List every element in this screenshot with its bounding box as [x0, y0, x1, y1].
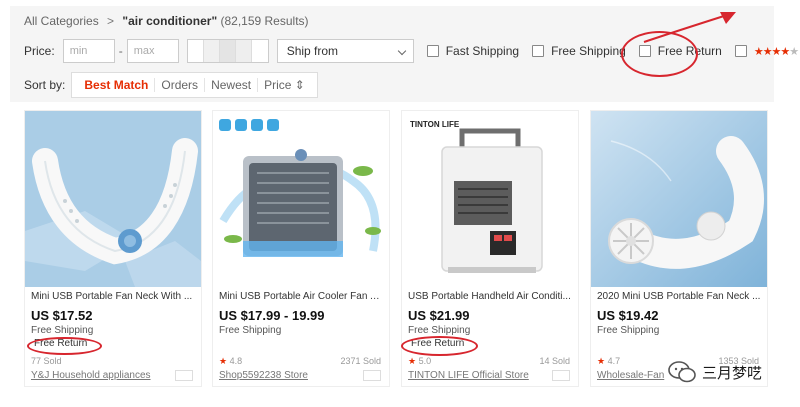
sort-options: Best Match Orders Newest Price ⇕	[71, 72, 318, 98]
fast-shipping-checkbox[interactable]	[426, 45, 439, 57]
free-shipping-filter[interactable]: Free Shipping	[532, 44, 626, 58]
watermark: 三月梦呓	[668, 357, 790, 387]
wechat-icon	[668, 361, 696, 383]
product-rating: 4.7	[607, 356, 621, 366]
annotation-circle-free-return-badge-3	[401, 336, 478, 356]
shipping-info: Free Shipping	[219, 325, 282, 336]
breadcrumb-root-link[interactable]: All Categories	[24, 14, 99, 28]
star-icon-dim: ★	[789, 45, 799, 58]
product-rating: 4.8	[229, 356, 243, 366]
sort-price[interactable]: Price ⇕	[258, 78, 311, 92]
product-title[interactable]: Mini USB Portable Air Cooler Fan A...	[219, 291, 383, 305]
product-price: US $17.99 - 19.99	[219, 308, 325, 323]
rating-stars: ★★★★★	[753, 45, 799, 58]
sort-newest[interactable]: Newest	[205, 78, 259, 92]
price-max-input[interactable]: max	[126, 39, 179, 63]
watermark-text: 三月梦呓	[702, 364, 763, 382]
sort-best-match[interactable]: Best Match	[78, 78, 156, 92]
histogram-bar	[187, 40, 204, 62]
price-label: Price:	[24, 44, 55, 58]
sort-label: Sort by:	[24, 78, 66, 92]
product-meta: ★ 5.0 14 Sold	[408, 356, 572, 368]
product-title[interactable]: USB Portable Handheld Air Conditi...	[408, 291, 572, 305]
histogram-bar	[235, 40, 252, 62]
result-count: (82,159 Results)	[220, 14, 309, 28]
sort-orders[interactable]: Orders	[155, 78, 206, 92]
product-title[interactable]: 2020 Mini USB Portable Fan Neck ...	[597, 291, 761, 305]
search-results-page: All Categories > "air conditioner" (82,1…	[0, 0, 800, 407]
breadcrumb-separator: >	[107, 14, 115, 28]
sold-count: 2371 Sold	[340, 356, 381, 366]
sort-bar: Sort by: Best Match Orders Newest Price …	[24, 72, 318, 98]
store-link[interactable]: Shop5592238 Store	[219, 370, 308, 381]
sold-count: 14 Sold	[539, 356, 570, 366]
free-shipping-label: Free Shipping	[551, 44, 626, 58]
rating-filter[interactable]: ★★★★★	[734, 45, 799, 58]
shipping-info: Free Shipping	[31, 325, 94, 336]
shipping-info: Free Shipping	[597, 325, 660, 336]
chevron-down-icon	[397, 46, 406, 56]
brand-logo-text: TINTON LIFE	[410, 120, 460, 129]
product-meta: 77 Sold	[31, 356, 195, 368]
product-image-neck-fan[interactable]	[25, 111, 201, 287]
product-card[interactable]: Mini USB Portable Air Cooler Fan A... US…	[212, 110, 390, 387]
product-price: US $17.52	[31, 308, 93, 323]
store-badge-icon	[363, 370, 381, 381]
product-price: US $21.99	[408, 308, 470, 323]
histogram-bar	[219, 40, 236, 62]
star-icon: ★	[408, 356, 417, 366]
product-image-handheld-ac[interactable]: TINTON LIFE	[402, 111, 578, 287]
product-card[interactable]: 2020 Mini USB Portable Fan Neck ... US $…	[590, 110, 768, 387]
store-badge-icon	[175, 370, 193, 381]
price-range-dash: -	[118, 44, 123, 58]
shipping-info: Free Shipping	[408, 325, 471, 336]
price-min-input[interactable]: min	[62, 39, 115, 63]
product-title[interactable]: Mini USB Portable Fan Neck With ...	[31, 291, 195, 305]
store-link[interactable]: Y&J Household appliances	[31, 370, 151, 381]
ship-from-dropdown[interactable]: Ship from	[276, 39, 414, 63]
product-info: Mini USB Portable Air Cooler Fan A... US…	[219, 291, 383, 336]
annotation-circle-free-return-badge-1	[27, 337, 102, 355]
free-shipping-checkbox[interactable]	[532, 45, 545, 57]
star-icon: ★	[597, 356, 606, 366]
product-price: US $19.42	[597, 308, 659, 323]
breadcrumb: All Categories > "air conditioner" (82,1…	[24, 14, 309, 28]
search-query: "air conditioner"	[122, 14, 218, 28]
rating-checkbox[interactable]	[734, 45, 747, 57]
annotation-arrow-icon	[643, 12, 736, 43]
star-icons: ★★★★	[753, 45, 790, 58]
histogram-bar	[251, 40, 268, 62]
store-link[interactable]: TINTON LIFE Official Store	[408, 370, 529, 381]
product-image-neck-fan-2[interactable]	[591, 111, 767, 287]
store-link[interactable]: Wholesale-Fan	[597, 370, 664, 381]
histogram-bar	[203, 40, 220, 62]
fast-shipping-label: Fast Shipping	[445, 44, 520, 58]
star-icon: ★	[219, 356, 228, 366]
product-rating: 5.0	[418, 356, 432, 366]
store-badge-icon	[552, 370, 570, 381]
product-meta: ★ 4.8 2371 Sold	[219, 356, 383, 368]
fast-shipping-filter[interactable]: Fast Shipping	[426, 44, 520, 58]
ship-from-label: Ship from	[286, 44, 339, 58]
price-range-histogram[interactable]	[186, 39, 269, 63]
product-image-air-cooler[interactable]	[213, 111, 389, 287]
product-info: 2020 Mini USB Portable Fan Neck ... US $…	[597, 291, 761, 336]
sold-count: 77 Sold	[31, 356, 62, 366]
